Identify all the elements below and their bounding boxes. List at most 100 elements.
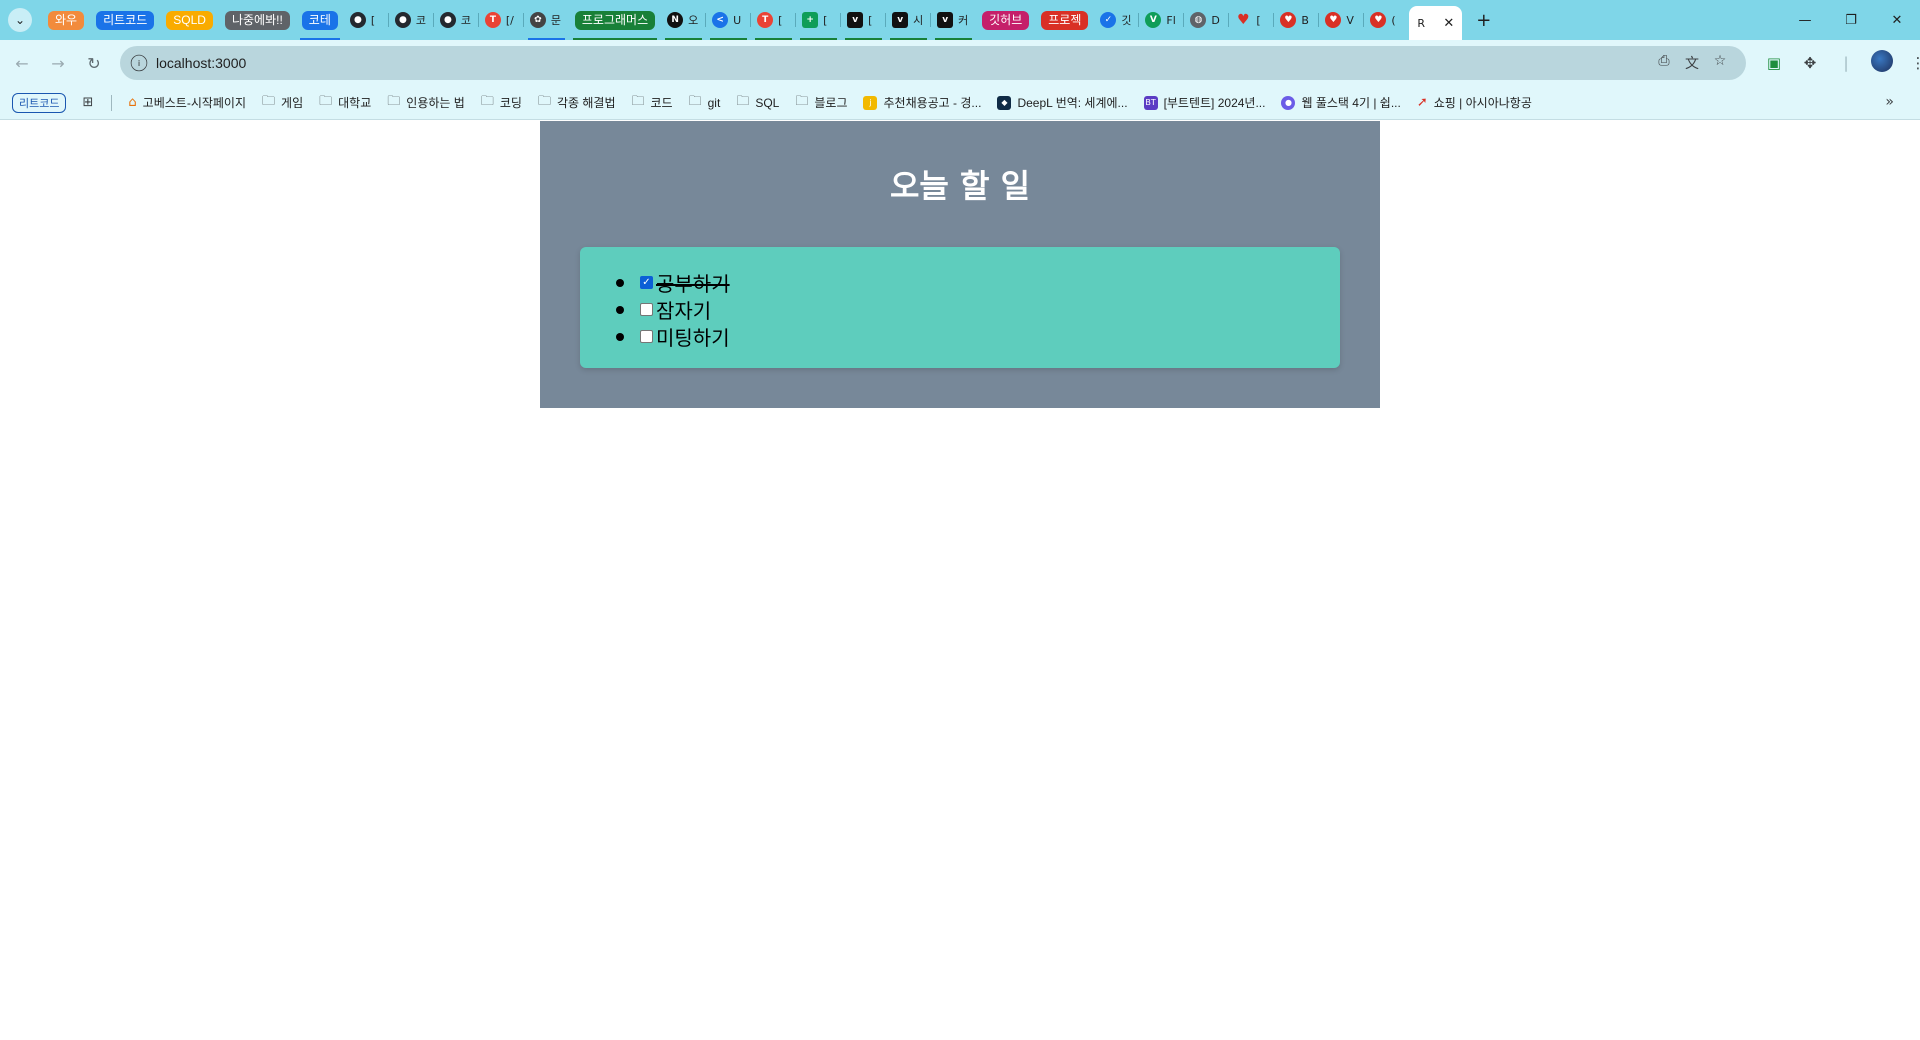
folder-icon: 🗀 (688, 93, 702, 109)
tab-group-sqld[interactable]: SQLD (160, 7, 219, 33)
tab[interactable]: ● 코 (434, 7, 479, 33)
tab-group-label[interactable]: 깃허브 (982, 10, 1030, 30)
shield-icon: ♥ (1325, 12, 1342, 28)
tab-title: V (1346, 13, 1354, 27)
tab[interactable]: ◍ D (1184, 7, 1230, 33)
tab[interactable]: ♥ B (1274, 7, 1320, 33)
bookmark-folder[interactable]: 🗀 게임 (262, 92, 303, 114)
tab-active[interactable]: R ✕ (1409, 6, 1463, 40)
translate-icon[interactable]: 文 (1678, 53, 1706, 73)
bookmark-item[interactable]: ● 웹 풀스택 4기 | 쉽... (1281, 94, 1401, 111)
bookmark-folder[interactable]: 🗀 코드 (632, 92, 673, 114)
github-icon: ● (439, 12, 456, 28)
extension-screen-icon[interactable]: ▣ (1756, 54, 1792, 72)
apps-grid-icon[interactable]: ⊞ (82, 95, 93, 110)
url-text[interactable]: localhost:3000 (156, 55, 1650, 71)
tab[interactable]: ♥[ (1229, 7, 1275, 33)
todo-checkbox[interactable] (640, 303, 653, 316)
tab-group-leetcode[interactable]: 리트코드 (90, 7, 160, 33)
tab-title: [/ (505, 13, 514, 27)
tab-group-label[interactable]: 나중에봐!! (224, 10, 290, 30)
tab-group-coding-test[interactable]: 코테 (296, 7, 344, 40)
minimize-icon[interactable]: — (1782, 0, 1828, 40)
tab-group-later[interactable]: 나중에봐!! (219, 7, 296, 33)
tab-group-label[interactable]: 프로젝 (1041, 10, 1089, 30)
bookmark-label: 코딩 (499, 96, 522, 110)
tab-title: [ (1256, 13, 1261, 27)
tab[interactable]: ♥( (1364, 7, 1409, 33)
globe-icon: ◍ (1190, 12, 1207, 28)
tab[interactable]: ♥ V (1319, 7, 1365, 33)
tab[interactable]: +[ (796, 7, 842, 40)
address-bar[interactable]: i localhost:3000 ⎙ 文 ☆ (120, 46, 1746, 80)
site-info-icon[interactable]: i (130, 54, 148, 72)
tab[interactable]: N오 (661, 7, 707, 40)
bookmark-group-chip[interactable]: 리트코드 (12, 92, 67, 113)
folder-icon: 🗀 (480, 93, 494, 109)
bookmark-folder[interactable]: 🗀 git (689, 92, 721, 114)
tab[interactable]: v시 (886, 7, 932, 40)
profile-avatar[interactable] (1864, 50, 1900, 76)
bookmark-folder[interactable]: 🗀 대학교 (319, 92, 371, 114)
reload-icon[interactable]: ↻ (78, 47, 110, 79)
extensions-puzzle-icon[interactable]: ✥ (1792, 54, 1828, 72)
tab-group-wow[interactable]: 와우 (42, 7, 90, 33)
tab[interactable]: T[ (751, 7, 797, 40)
tab-title: [ (868, 13, 873, 27)
bookmarks-bar: 리트코드 ⊞ ⌂ 고베스트-시작페이지 🗀 게임 🗀 대학교 🗀 인용하는 법 🗀 코딩 … (0, 86, 1920, 120)
tab-group-project[interactable]: 프로젝 (1035, 7, 1094, 33)
new-tab-plus-icon[interactable]: + (1476, 10, 1491, 31)
close-window-icon[interactable]: ✕ (1874, 0, 1920, 40)
tab[interactable]: ✓ 깃 (1094, 7, 1140, 33)
todo-list: ✓ 공부하기 잠자기 미팅하기 (616, 269, 730, 350)
todo-checkbox[interactable]: ✓ (640, 276, 653, 289)
tab[interactable]: T [/ (479, 7, 524, 33)
bookmark-item[interactable]: ➚ 쇼핑 | 아시아나항공 (1417, 94, 1532, 111)
restore-icon[interactable]: ❐ (1828, 0, 1874, 40)
tab-group-label[interactable]: SQLD (166, 10, 213, 30)
bookmark-label: 각종 해결법 (556, 96, 616, 110)
tab-title: 코 (460, 14, 472, 27)
tab-group-label[interactable]: 와우 (48, 10, 85, 30)
chevron-double-right-icon[interactable]: » (1885, 94, 1894, 110)
course-icon: ● (1281, 95, 1296, 110)
bookmark-folder[interactable]: 🗀 코딩 (481, 92, 522, 114)
tab[interactable]: v[ (841, 7, 887, 40)
tab[interactable]: ●[ (344, 7, 389, 33)
bookmark-folder[interactable]: 🗀 각종 해결법 (538, 92, 616, 114)
tab-group-programmers[interactable]: 프로그래머스 (569, 7, 661, 40)
tab[interactable]: V Fl (1139, 7, 1185, 33)
close-icon[interactable]: ✕ (1443, 16, 1454, 31)
tab[interactable]: ● 코 (389, 7, 434, 33)
bookmark-folder[interactable]: 🗀 블로그 (795, 92, 847, 114)
bookmark-label: 대학교 (338, 96, 372, 110)
tomato-icon: T (757, 12, 774, 28)
shield-icon: ♥ (1370, 12, 1387, 28)
list-bullet (616, 332, 624, 341)
toolbar-right: ▣ ✥ | ⋮ (1756, 50, 1920, 76)
bookmark-folder[interactable]: 🗀 인용하는 법 (387, 92, 465, 114)
tab-title: 코 (415, 14, 427, 27)
bookmark-star-icon[interactable]: ☆ (1706, 53, 1734, 73)
install-app-icon[interactable]: ⎙ (1650, 53, 1678, 73)
tab[interactable]: ✿ 문 (524, 7, 569, 40)
todo-checkbox[interactable] (640, 330, 653, 343)
tab-group-label[interactable]: 리트코드 (96, 10, 155, 30)
tab[interactable]: < U (706, 7, 752, 40)
browser-toolbar: ← → ↻ i localhost:3000 ⎙ 文 ☆ ▣ ✥ | ⋮ (0, 40, 1920, 86)
tab-group-label[interactable]: 코테 (301, 10, 338, 30)
tab[interactable]: v커 (931, 7, 976, 40)
forward-arrow-icon[interactable]: → (42, 47, 74, 79)
bookmark-item[interactable]: j 추천채용공고 - 경... (863, 94, 981, 111)
bookmark-item[interactable]: BT [부트텐트] 2024년... (1143, 94, 1265, 111)
tab-group-github[interactable]: 깃허브 (976, 7, 1035, 33)
back-arrow-icon[interactable]: ← (6, 47, 38, 79)
bookmark-item[interactable]: ◆ DeepL 번역: 세계에... (997, 94, 1128, 111)
todo-text: 미팅하기 (656, 326, 730, 350)
bookmark-folder[interactable]: 🗀 SQL (736, 92, 779, 114)
tab-search-chevron-icon[interactable]: ⌄ (8, 8, 32, 32)
bookmark-item[interactable]: ⌂ 고베스트-시작페이지 (128, 94, 246, 111)
tomato-icon: T (484, 12, 501, 28)
tab-group-label[interactable]: 프로그래머스 (574, 10, 656, 30)
menu-kebab-icon[interactable]: ⋮ (1900, 54, 1920, 72)
